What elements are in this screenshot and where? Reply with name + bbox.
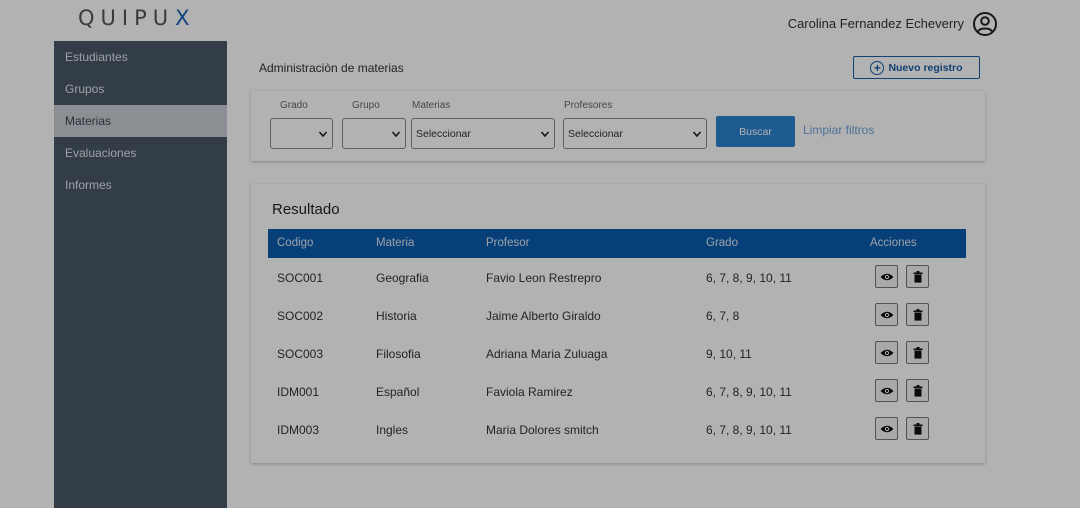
trash-icon	[913, 308, 922, 321]
materias-select[interactable]: Seleccionar	[411, 118, 555, 149]
new-record-label: Nuevo registro	[888, 61, 963, 74]
view-button[interactable]	[875, 265, 898, 288]
trash-icon	[913, 422, 922, 435]
column-header-profesor: Profesor	[486, 237, 530, 249]
table-row: SOC003 Filosofia Adriana Maria Zuluaga 9…	[268, 335, 966, 373]
cell-codigo: SOC002	[277, 309, 324, 323]
materias-label: Materias	[412, 100, 451, 111]
grado-label: Grado	[280, 100, 308, 111]
clear-filters-link[interactable]: Limpiar filtros	[803, 123, 874, 137]
sidebar-item-materias[interactable]: Materias	[54, 105, 227, 137]
logo-x: X	[175, 6, 196, 30]
user-name: Carolina Fernandez Echeverry	[787, 15, 964, 31]
table-row: IDM001 Español Faviola Ramirez 6, 7, 8, …	[268, 373, 966, 411]
cell-codigo: IDM003	[277, 423, 320, 437]
view-button[interactable]	[875, 417, 898, 440]
trash-icon	[913, 270, 922, 283]
column-header-codigo: Codigo	[277, 237, 314, 249]
logo-text: QUIPU	[78, 6, 175, 30]
results-panel: Resultado Codigo Materia Profesor Grado …	[251, 184, 985, 463]
delete-button[interactable]	[906, 265, 929, 288]
cell-profesor: Favio Leon Restrepro	[486, 271, 602, 285]
grupo-select[interactable]	[342, 118, 406, 149]
eye-icon	[880, 349, 893, 356]
cell-grado: 6, 7, 8, 9, 10, 11	[706, 423, 792, 437]
cell-grado: 9, 10, 11	[706, 347, 752, 361]
trash-icon	[913, 346, 922, 359]
cell-materia: Filosofia	[376, 347, 421, 361]
user-menu[interactable]: Carolina Fernandez Echeverry	[788, 9, 998, 37]
cell-codigo: SOC003	[277, 347, 324, 361]
cell-codigo: IDM001	[277, 385, 320, 399]
page-title: Administraciòn de materias	[259, 61, 404, 75]
grupo-label: Grupo	[352, 100, 380, 111]
view-button[interactable]	[875, 379, 898, 402]
delete-button[interactable]	[906, 417, 929, 440]
table-row: SOC001 Geografia Favio Leon Restrepro 6,…	[268, 259, 966, 297]
cell-grado: 6, 7, 8, 9, 10, 11	[706, 271, 792, 285]
sidebar-item-evaluaciones[interactable]: Evaluaciones	[54, 137, 227, 169]
cell-grado: 6, 7, 8	[706, 309, 740, 323]
eye-icon	[880, 387, 893, 394]
results-title: Resultado	[272, 201, 340, 218]
new-record-button[interactable]: + Nuevo registro	[853, 56, 980, 79]
column-header-materia: Materia	[376, 237, 415, 249]
grado-select[interactable]	[270, 118, 333, 149]
trash-icon	[913, 384, 922, 397]
view-button[interactable]	[875, 303, 898, 326]
column-header-acciones: Acciones	[870, 237, 917, 249]
cell-materia: Geografia	[376, 271, 429, 285]
column-header-grado: Grado	[706, 237, 738, 249]
sidebar-item-grupos[interactable]: Grupos	[54, 73, 227, 105]
account-circle-icon[interactable]	[972, 11, 998, 37]
eye-icon	[880, 273, 893, 280]
sidebar-item-estudiantes[interactable]: Estudiantes	[54, 41, 227, 73]
profesores-select[interactable]: Seleccionar	[563, 118, 707, 149]
table-row: SOC002 Historia Jaime Alberto Giraldo 6,…	[268, 297, 966, 335]
chevron-down-icon	[540, 131, 550, 138]
cell-codigo: SOC001	[277, 271, 324, 285]
cell-materia: Historia	[376, 309, 417, 323]
cell-materia: Ingles	[376, 423, 409, 437]
eye-icon	[880, 311, 893, 318]
view-button[interactable]	[875, 341, 898, 364]
plus-circle-icon: +	[870, 60, 885, 75]
sidebar-item-informes[interactable]: Informes	[54, 169, 227, 201]
delete-button[interactable]	[906, 341, 929, 364]
chevron-down-icon	[692, 131, 702, 138]
cell-materia: Español	[376, 385, 420, 399]
filters-panel: Grado Grupo Materias Seleccionar Profeso…	[251, 91, 985, 161]
chevron-down-icon	[391, 131, 401, 138]
top-header: QUIPU X Carolina Fernandez Echeverry	[0, 0, 1080, 40]
profesores-select-value: Seleccionar	[568, 127, 623, 140]
cell-grado: 6, 7, 8, 9, 10, 11	[706, 385, 792, 399]
profesores-label: Profesores	[564, 100, 613, 111]
delete-button[interactable]	[906, 303, 929, 326]
delete-button[interactable]	[906, 379, 929, 402]
eye-icon	[880, 425, 893, 432]
cell-profesor: Faviola Ramirez	[486, 385, 573, 399]
table-header: Codigo Materia Profesor Grado Acciones	[268, 229, 966, 258]
sidebar: Estudiantes Grupos Materias Evaluaciones…	[54, 41, 227, 508]
materias-select-value: Seleccionar	[416, 127, 471, 140]
chevron-down-icon	[318, 131, 328, 138]
search-button[interactable]: Buscar	[716, 116, 795, 147]
table-row: IDM003 Ingles Maria Dolores smitch 6, 7,…	[268, 411, 966, 449]
cell-profesor: Maria Dolores smitch	[486, 423, 599, 437]
cell-profesor: Jaime Alberto Giraldo	[486, 309, 601, 323]
cell-profesor: Adriana Maria Zuluaga	[486, 347, 608, 361]
app-logo: QUIPU X	[78, 6, 196, 30]
